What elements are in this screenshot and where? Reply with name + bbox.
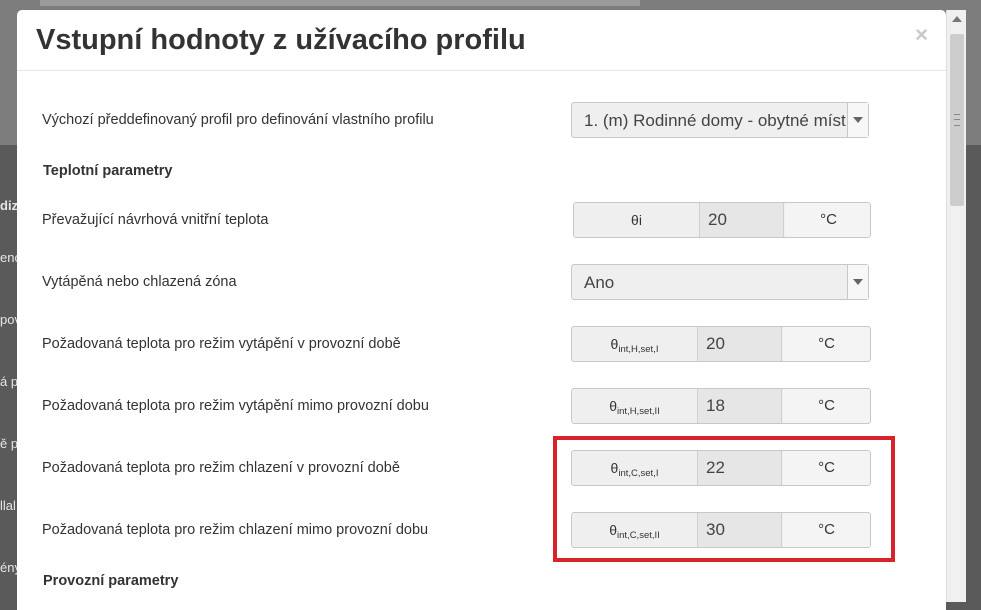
design-internal-temp-unit: °C (785, 203, 870, 237)
row-cooling-setpoint-operating: Požadovaná teplota pro režim chlazení v … (17, 450, 946, 488)
backdrop-text-4: á p (0, 374, 19, 389)
heated-cooled-zone-select[interactable]: Ano (571, 264, 869, 300)
cooling-setpoint-non-operating-symbol: θint,C,set,II (572, 513, 698, 547)
design-internal-temp-label: Převažující návrhová vnitřní teplota (42, 212, 269, 228)
heating-setpoint-operating-group: θint,H,set,I 20 °C (571, 326, 871, 362)
chevron-down-icon[interactable] (847, 103, 868, 137)
modal-header: Vstupní hodnoty z užívacího profilu × (17, 10, 946, 71)
cooling-setpoint-operating-label: Požadovaná teplota pro režim chlazení v … (42, 460, 400, 476)
heated-cooled-zone-label: Vytápěná nebo chlazená zóna (42, 274, 237, 290)
section-title-thermal: Teplotní parametry (43, 163, 173, 179)
scroll-thumb[interactable] (950, 34, 964, 206)
row-heating-setpoint-non-operating: Požadovaná teplota pro režim vytápění mi… (17, 388, 946, 426)
modal-scrollbar[interactable] (946, 10, 966, 602)
grip-icon (954, 114, 960, 126)
design-internal-temp-input[interactable]: 20 (700, 203, 784, 237)
scroll-up-arrow-icon[interactable] (952, 16, 962, 22)
section-title-operational: Provozní parametry (43, 573, 179, 589)
heating-setpoint-operating-label: Požadovaná teplota pro režim vytápění v … (42, 336, 401, 352)
heating-setpoint-non-operating-group: θint,H,set,II 18 °C (571, 388, 871, 424)
heating-setpoint-operating-input[interactable]: 20 (698, 327, 782, 361)
row-design-internal-temp: Převažující návrhová vnitřní teplota θi … (17, 202, 946, 240)
backdrop-text-6: llal (0, 498, 16, 513)
heated-cooled-zone-value: Ano (584, 273, 615, 292)
cooling-setpoint-non-operating-unit: °C (783, 513, 870, 547)
row-default-profile: Výchozí předdefinovaný profil pro defino… (17, 102, 946, 140)
design-internal-temp-group: θi 20 °C (573, 202, 871, 238)
heating-setpoint-non-operating-symbol: θint,H,set,II (572, 389, 698, 423)
row-cooling-setpoint-non-operating: Požadovaná teplota pro režim chlazení mi… (17, 512, 946, 550)
cooling-setpoint-non-operating-input[interactable]: 30 (698, 513, 782, 547)
modal-title: Vstupní hodnoty z užívacího profilu (36, 24, 526, 56)
row-heated-cooled-zone: Vytápěná nebo chlazená zóna Ano (17, 264, 946, 302)
cooling-setpoint-non-operating-label: Požadovaná teplota pro režim chlazení mi… (42, 522, 429, 538)
chevron-down-icon[interactable] (847, 265, 868, 299)
row-heating-setpoint-operating: Požadovaná teplota pro režim vytápění v … (17, 326, 946, 364)
heating-setpoint-non-operating-input[interactable]: 18 (698, 389, 782, 423)
backdrop-header-strip (40, 0, 640, 6)
default-profile-select[interactable]: 1. (m) Rodinné domy - obytné místnosti (571, 102, 869, 138)
cooling-setpoint-operating-unit: °C (783, 451, 870, 485)
heating-setpoint-non-operating-label: Požadovaná teplota pro režim vytápění mi… (42, 398, 429, 414)
cooling-setpoint-non-operating-group: θint,C,set,II 30 °C (571, 512, 871, 548)
default-profile-label: Výchozí předdefinovaný profil pro defino… (42, 112, 434, 128)
default-profile-value: 1. (m) Rodinné domy - obytné místnosti (584, 111, 846, 130)
cooling-setpoint-operating-symbol: θint,C,set,I (572, 451, 698, 485)
input-values-modal: Vstupní hodnoty z užívacího profilu × Vý… (17, 10, 946, 610)
design-internal-temp-symbol: θi (574, 203, 700, 237)
heating-setpoint-operating-unit: °C (783, 327, 870, 361)
heating-setpoint-operating-symbol: θint,H,set,I (572, 327, 698, 361)
cooling-setpoint-operating-group: θint,C,set,I 22 °C (571, 450, 871, 486)
close-icon[interactable]: × (915, 24, 928, 46)
cooling-setpoint-operating-input[interactable]: 22 (698, 451, 782, 485)
backdrop-text-5: ě p (0, 436, 19, 451)
heating-setpoint-non-operating-unit: °C (783, 389, 870, 423)
